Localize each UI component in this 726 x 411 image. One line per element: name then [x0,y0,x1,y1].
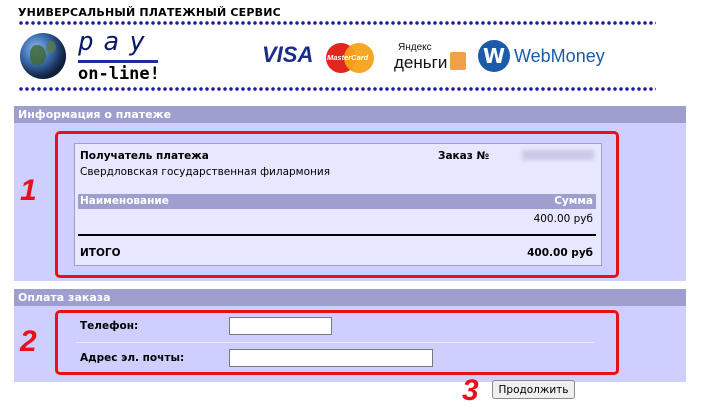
pay-logo-text: pay [78,27,155,57]
annotation-number-1: 1 [20,174,37,207]
visa-logo: VISA [262,42,314,67]
wallet-icon [450,52,466,70]
order-payment-heading: Оплата заказа [14,289,686,306]
continue-button[interactable]: Продолжить [492,380,575,399]
annotation-box-2 [55,310,619,375]
webmoney-globe-icon: W [478,40,510,72]
mastercard-logo: MasterCard [326,43,374,73]
mastercard-logo-text: MasterCard [327,53,369,62]
annotation-number-3: 3 [462,374,479,407]
online-logo-text: on-line! [78,64,160,84]
yandex-logo-top: Яндекс [398,42,432,53]
globe-logo-icon [20,33,66,79]
annotation-number-2: 2 [20,325,37,358]
webmoney-logo: WebMoney [514,46,605,66]
dotted-divider-top [18,21,656,25]
payment-info-heading: Информация о платеже [14,106,686,123]
service-title: УНИВЕРСАЛЬНЫЙ ПЛАТЕЖНЫЙ СЕРВИС [18,6,281,19]
dotted-divider-bottom [18,87,656,91]
annotation-box-1 [55,131,619,278]
pay-logo-underline [78,60,158,63]
yandex-logo-bottom: деньги [394,53,448,72]
